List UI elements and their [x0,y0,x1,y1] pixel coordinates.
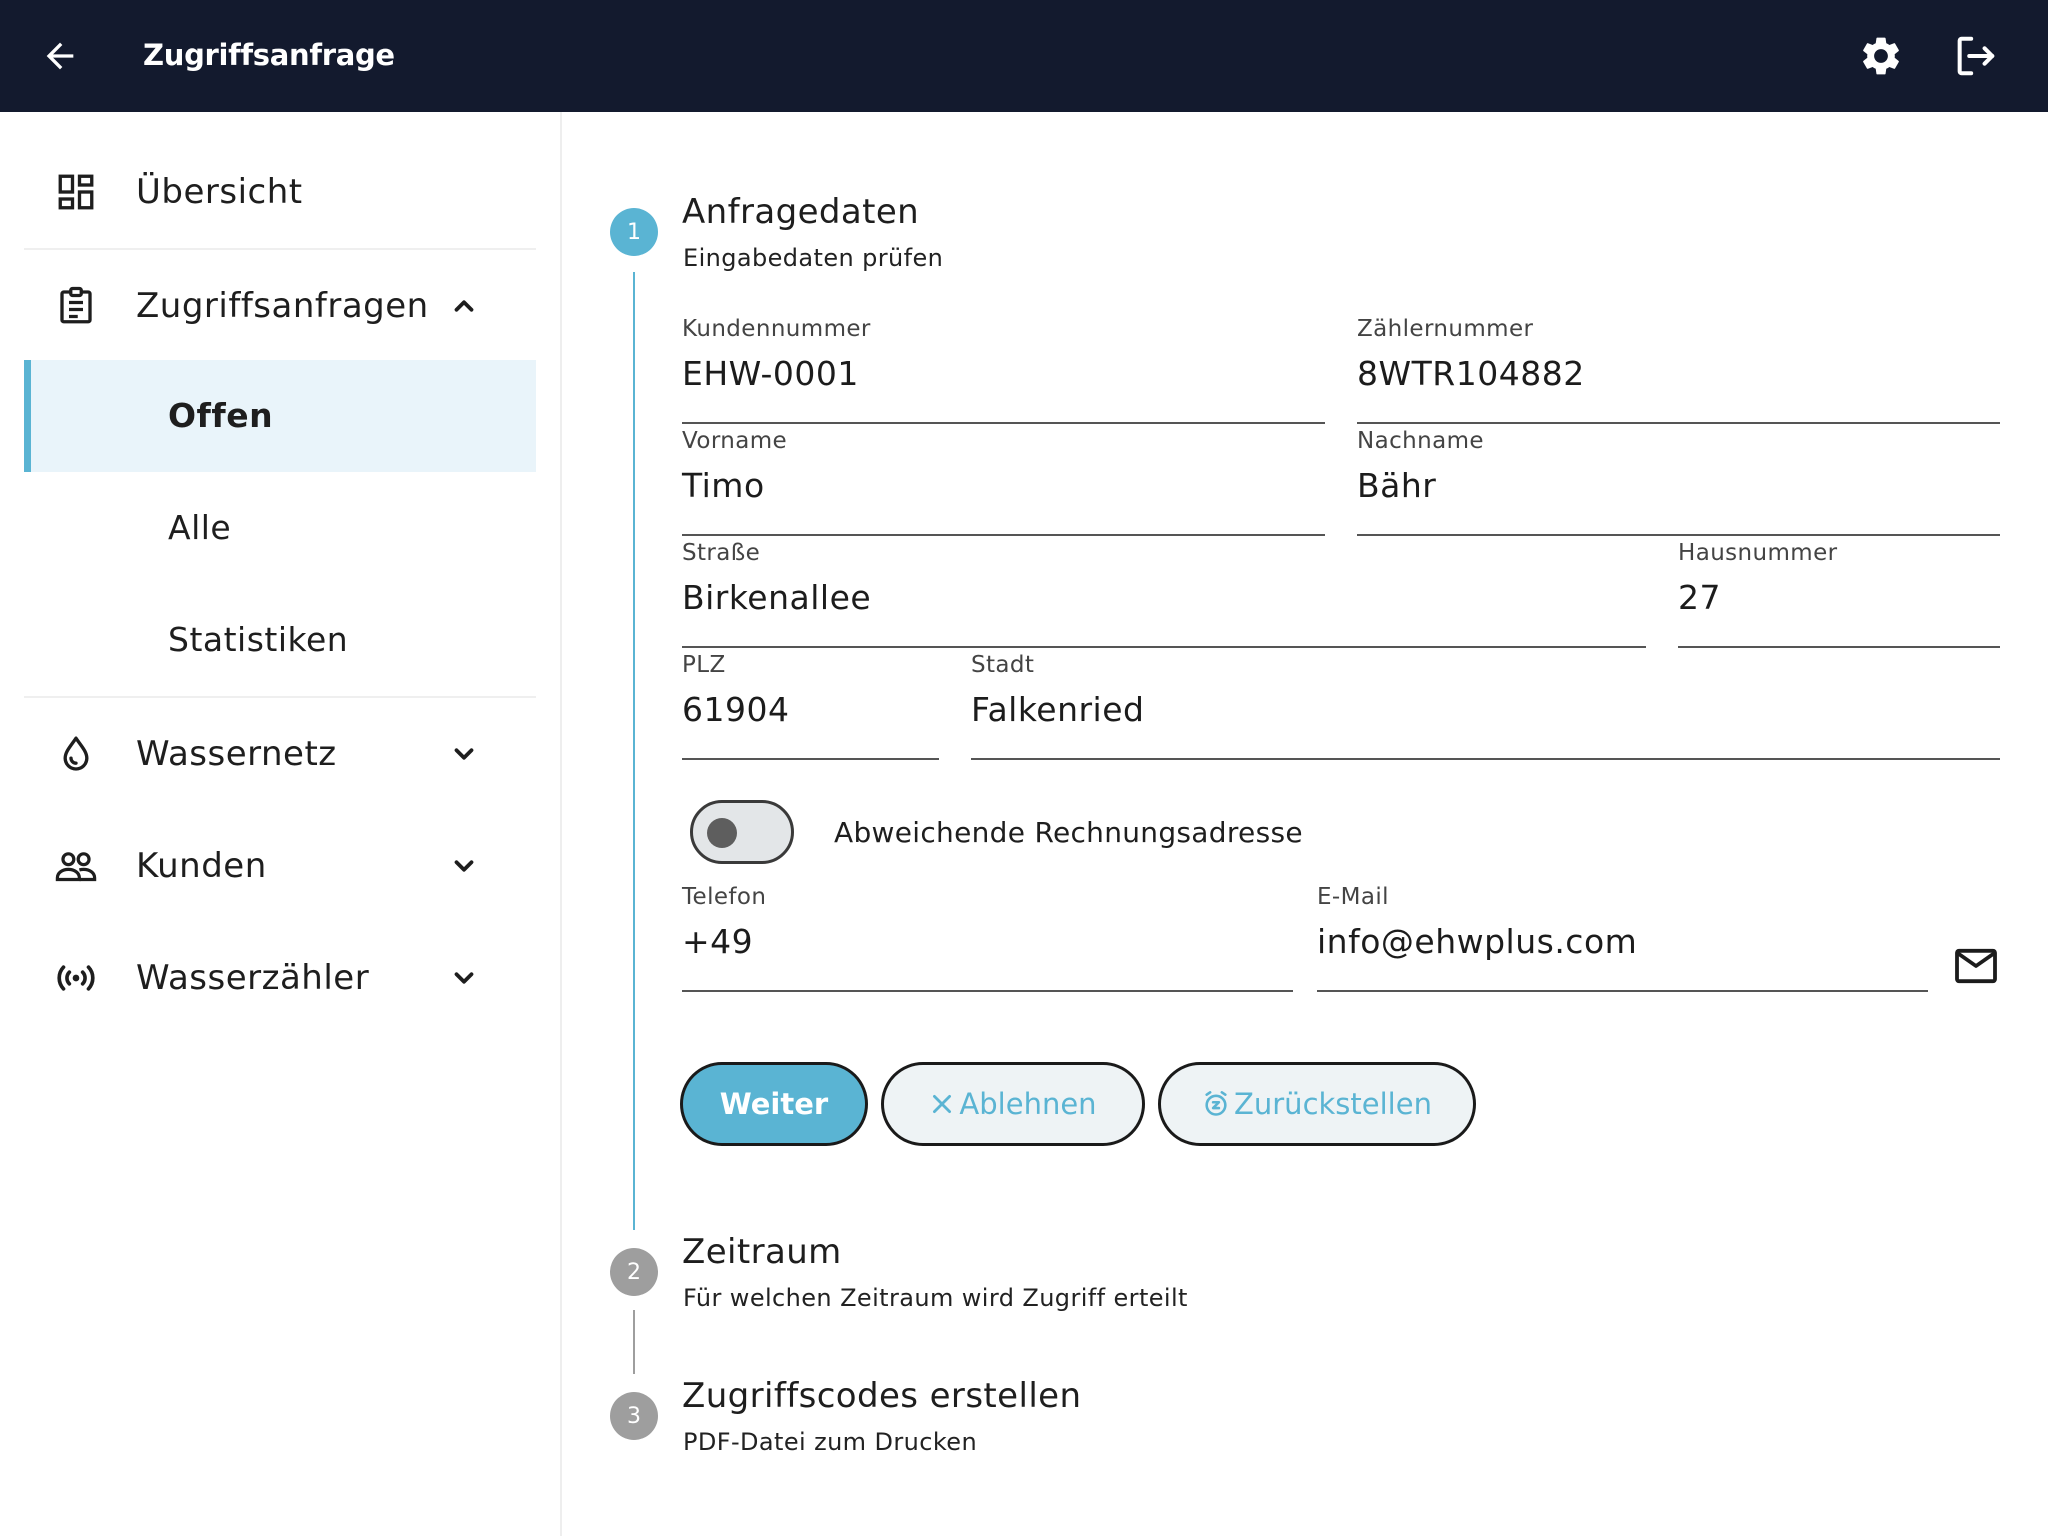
sidebar-item-label: Übersicht [136,172,303,212]
step-title: Anfragedaten [682,192,920,232]
sidebar-item-label: Wasserzähler [136,958,370,998]
sidebar-subitem-offen[interactable]: Offen [24,360,536,472]
sidebar-item-label: Kunden [136,846,267,886]
plz-field[interactable]: PLZ 61904 [682,652,939,760]
snooze-icon [1202,1090,1230,1118]
strasse-value[interactable]: Birkenallee [682,578,1646,617]
telefon-field[interactable]: Telefon +49 [682,884,1293,992]
clipboard-icon [54,284,98,328]
vorname-field[interactable]: Vorname Timo [682,428,1325,536]
hausnummer-field[interactable]: Hausnummer 27 [1678,540,2000,648]
sidebar-subitem-label: Alle [168,508,232,547]
mail-icon[interactable] [1952,946,2000,986]
sidebar-item-zugriffsanfragen[interactable]: Zugriffsanfragen [24,250,536,362]
field-label: Telefon [682,884,767,910]
nachname-value[interactable]: Bähr [1357,466,2000,505]
field-label: Hausnummer [1678,540,1838,566]
reject-button[interactable]: Ablehnen [881,1062,1145,1146]
sidebar-subitem-statistiken[interactable]: Statistiken [24,584,536,696]
billing-address-toggle[interactable] [690,800,794,864]
strasse-field[interactable]: Straße Birkenallee [682,540,1646,648]
step-number-badge: 1 [610,208,658,256]
billing-address-toggle-label: Abweichende Rechnungsadresse [834,816,1303,849]
chevron-down-icon[interactable] [446,960,482,996]
gear-icon[interactable] [1850,26,1912,86]
field-label: Stadt [971,652,1035,678]
close-icon [929,1091,955,1117]
step-title: Zeitraum [682,1232,842,1272]
telefon-value[interactable]: +49 [682,922,1293,961]
app-header: Zugriffsanfrage [0,0,2048,112]
field-label: Kundennummer [682,316,871,342]
step-title: Zugriffscodes erstellen [682,1376,1082,1416]
stadt-value[interactable]: Falkenried [971,690,2000,729]
nachname-field[interactable]: Nachname Bähr [1357,428,2000,536]
sidebar: Übersicht Zugriffsanfragen Offen Alle St… [0,112,562,1536]
reject-button-label: Ablehnen [959,1087,1097,1121]
back-arrow-icon[interactable] [30,26,90,86]
chevron-down-icon[interactable] [446,736,482,772]
sidebar-item-wasserzaehler[interactable]: Wasserzähler [24,922,536,1034]
step-subtitle: Für welchen Zeitraum wird Zugriff erteil… [683,1284,1188,1312]
sensor-icon [54,956,98,1000]
page-title: Zugriffsanfrage [143,38,395,72]
sidebar-item-wassernetz[interactable]: Wassernetz [24,698,536,810]
postpone-button[interactable]: Zurückstellen [1158,1062,1476,1146]
sidebar-item-uebersicht[interactable]: Übersicht [24,136,536,248]
plz-value[interactable]: 61904 [682,690,939,729]
stepper-connector [633,1310,635,1374]
sidebar-subitem-label: Offen [168,396,274,435]
next-button[interactable]: Weiter [680,1062,868,1146]
sidebar-item-label: Zugriffsanfragen [136,286,429,326]
kundennummer-field[interactable]: Kundennummer EHW-0001 [682,316,1325,424]
zaehlernummer-field[interactable]: Zählernummer 8WTR104882 [1357,316,2000,424]
sidebar-subitem-label: Statistiken [168,620,349,659]
field-label: PLZ [682,652,726,678]
email-field[interactable]: E-Mail info@ehwplus.com [1317,884,1928,992]
step-subtitle: PDF-Datei zum Drucken [683,1428,978,1456]
next-button-label: Weiter [719,1087,829,1121]
hausnummer-value[interactable]: 27 [1678,578,2000,617]
dashboard-icon [54,170,98,214]
step-number-badge: 3 [610,1392,658,1440]
chevron-down-icon[interactable] [446,848,482,884]
postpone-button-label: Zurückstellen [1234,1087,1432,1121]
field-label: Nachname [1357,428,1484,454]
stadt-field[interactable]: Stadt Falkenried [971,652,2000,760]
step-subtitle: Eingabedaten prüfen [683,244,944,272]
field-label: Vorname [682,428,788,454]
chevron-up-icon[interactable] [446,288,482,324]
toggle-knob [707,818,737,848]
sidebar-subitem-alle[interactable]: Alle [24,472,536,584]
field-label: Straße [682,540,761,566]
sidebar-item-label: Wassernetz [136,734,337,774]
email-value[interactable]: info@ehwplus.com [1317,922,1928,961]
stepper-connector [633,272,635,1230]
kundennummer-value[interactable]: EHW-0001 [682,354,1325,393]
sidebar-item-kunden[interactable]: Kunden [24,810,536,922]
logout-icon[interactable] [1944,26,2006,86]
vorname-value[interactable]: Timo [682,466,1325,505]
people-icon [54,844,98,888]
zaehlernummer-value[interactable]: 8WTR104882 [1357,354,2000,393]
water-drop-icon [54,732,98,776]
field-label: Zählernummer [1357,316,1534,342]
field-label: E-Mail [1317,884,1389,910]
step-number-badge: 2 [610,1248,658,1296]
